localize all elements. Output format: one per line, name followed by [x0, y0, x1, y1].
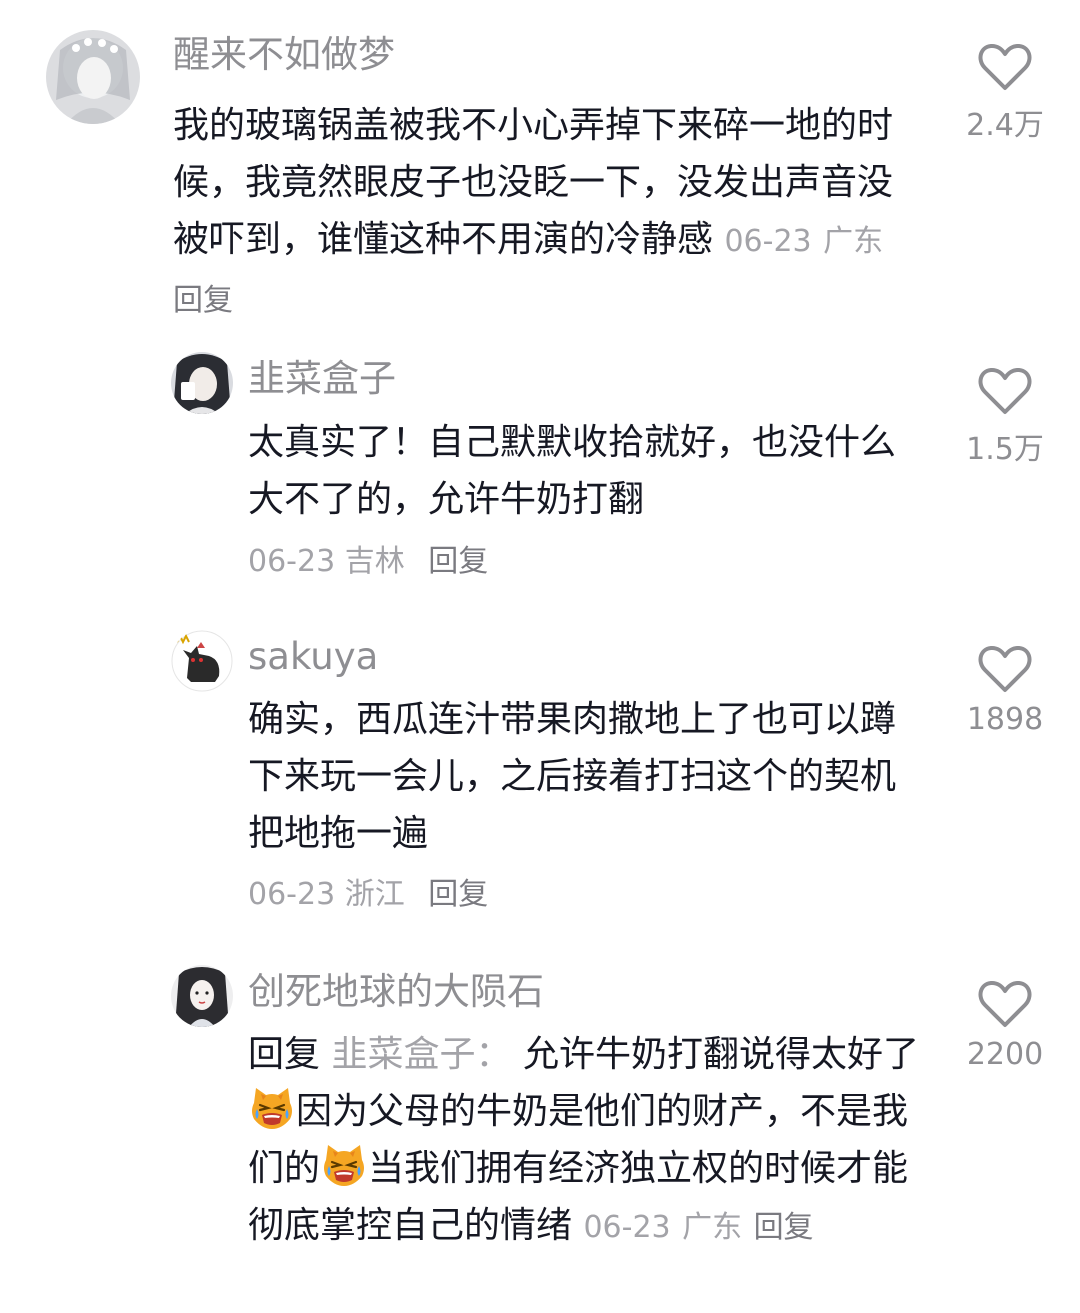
avatar[interactable] — [171, 352, 233, 414]
comment-text: 太真实了！自己默默收拾就好，也没什么大不了的，允许牛奶打翻 — [248, 414, 928, 528]
comment-content: 允许牛奶打翻说得太好了 — [522, 1034, 919, 1075]
username[interactable]: 创死地球的大陨石 — [248, 973, 544, 1010]
reply-button[interactable]: 回复 — [754, 1210, 814, 1245]
heart-icon — [978, 645, 1032, 692]
like-count: 2200 — [966, 1037, 1044, 1072]
like-button[interactable]: 1.5万 — [950, 366, 1060, 468]
comment-location: 广东 — [682, 1210, 743, 1245]
like-count: 2.4万 — [966, 108, 1044, 143]
avatar[interactable] — [171, 630, 233, 692]
comment-item: 醒来不如做梦 我的玻璃锅盖被我不小心弄掉下来碎一地的时候，我竟然眼皮子也没眨一下… — [0, 0, 1080, 330]
reply-prefix: 回复 — [248, 1034, 321, 1075]
comment-location: 吉林 — [344, 544, 405, 579]
heart-icon — [978, 367, 1032, 414]
comment-item: 韭菜盒子 太真实了！自己默默收拾就好，也没什么大不了的，允许牛奶打翻 06-23… — [0, 330, 1080, 600]
heart-icon — [978, 980, 1032, 1027]
crying-cat-emoji — [324, 1145, 365, 1186]
avatar[interactable] — [46, 30, 140, 124]
comment-meta: 06-23 浙江 回复 — [248, 880, 488, 910]
comment-text: 回复 韭菜盒子： 允许牛奶打翻说得太好了 因为父母的牛奶是他们的财产，不是我们的… — [248, 1026, 928, 1256]
comment-item: 创死地球的大陨石 回复 韭菜盒子： 允许牛奶打翻说得太好了 因为父母的牛奶是他们… — [0, 935, 1080, 1313]
comment-date: 06-23 — [248, 877, 336, 912]
like-button[interactable]: 2200 — [950, 979, 1060, 1072]
like-button[interactable]: 1898 — [950, 644, 1060, 737]
comment-location: 浙江 — [344, 877, 405, 912]
username[interactable]: 醒来不如做梦 — [173, 36, 395, 73]
comment-meta: 06-23 吉林 回复 — [248, 547, 488, 577]
reply-mention[interactable]: 韭菜盒子： — [331, 1034, 511, 1075]
comment-content: 太真实了！自己默默收拾就好，也没什么大不了的，允许牛奶打翻 — [248, 422, 897, 520]
crying-cat-emoji — [252, 1088, 292, 1129]
username[interactable]: 韭菜盒子 — [248, 360, 396, 397]
comment-text: 我的玻璃锅盖被我不小心弄掉下来碎一地的时候，我竟然眼皮子也没眨一下，没发出声音没… — [173, 97, 913, 329]
like-button[interactable]: 2.4万 — [950, 42, 1060, 144]
comment-date: 06-23 — [724, 224, 812, 259]
like-count: 1898 — [966, 702, 1044, 737]
heart-icon — [978, 43, 1032, 90]
comment-location: 广东 — [823, 224, 884, 259]
reply-button[interactable]: 回复 — [428, 544, 488, 579]
like-count: 1.5万 — [966, 432, 1044, 467]
comment-date: 06-23 — [248, 544, 336, 579]
username[interactable]: sakuya — [248, 638, 378, 675]
comment-date: 06-23 — [583, 1210, 671, 1245]
comment-text: 确实，西瓜连汁带果肉撒地上了也可以蹲下来玩一会儿，之后接着打扫这个的契机把地拖一… — [248, 691, 928, 862]
comment-list: 醒来不如做梦 我的玻璃锅盖被我不小心弄掉下来碎一地的时候，我竟然眼皮子也没眨一下… — [0, 0, 1080, 1313]
avatar[interactable] — [171, 965, 233, 1027]
comment-item: sakuya 确实，西瓜连汁带果肉撒地上了也可以蹲下来玩一会儿，之后接着打扫这个… — [0, 600, 1080, 935]
reply-button[interactable]: 回复 — [428, 877, 488, 912]
reply-button[interactable]: 回复 — [173, 283, 233, 318]
comment-content: 确实，西瓜连汁带果肉撒地上了也可以蹲下来玩一会儿，之后接着打扫这个的契机把地拖一… — [248, 699, 897, 854]
